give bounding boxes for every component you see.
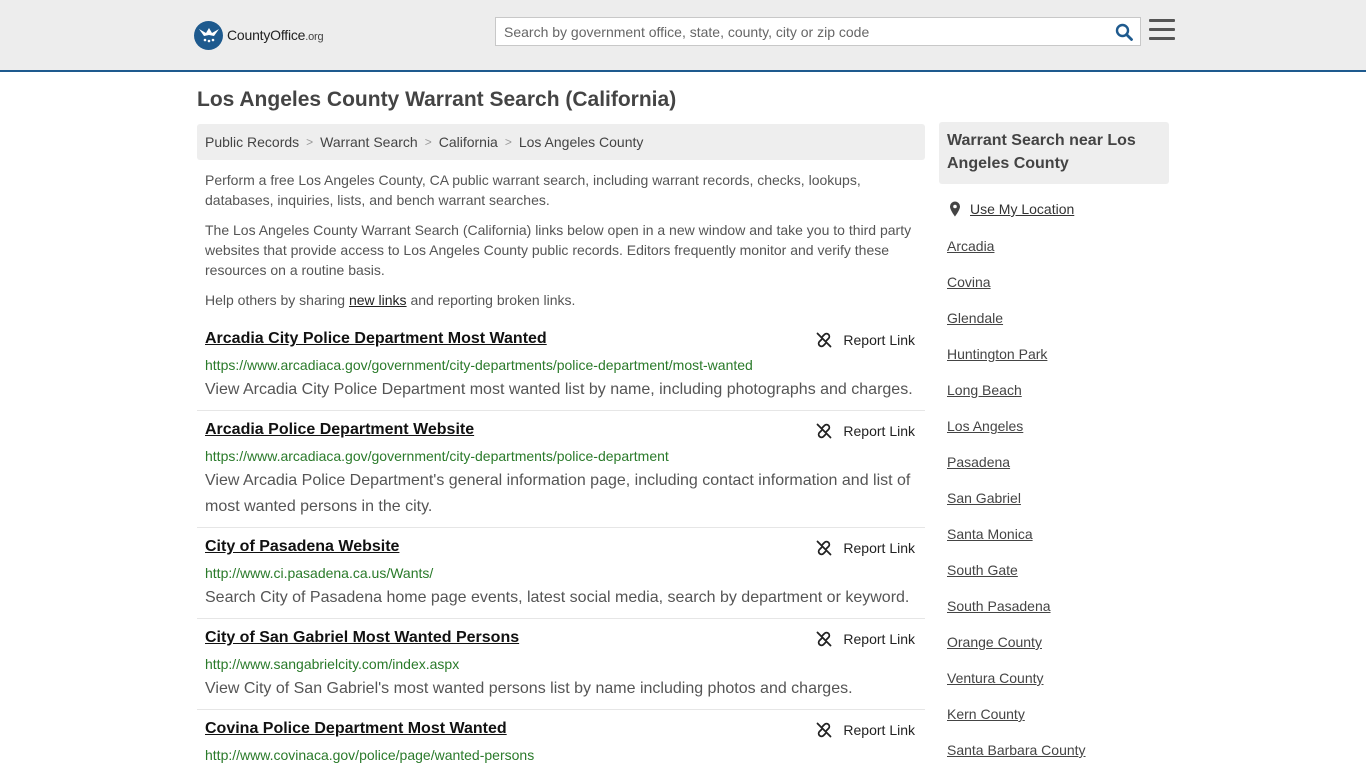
result-item: Arcadia Police Department Website Report… [197,421,925,528]
use-my-location: Use My Location [949,201,1074,217]
result-url: http://www.sangabrielcity.com/index.aspx [205,656,460,672]
new-links-link[interactable]: new links [349,292,407,308]
broken-link-icon [817,631,832,647]
search-button[interactable] [1108,18,1140,45]
result-title-link[interactable]: Covina Police Department Most Wanted [205,720,507,738]
report-link-button[interactable]: Report Link [816,540,915,556]
intro-paragraph-1: Perform a free Los Angeles County, CA pu… [205,172,861,208]
result-description: Search City of Pasadena home page events… [205,589,910,606]
eagle-logo-icon [194,20,223,50]
result-url: https://www.arcadiaca.gov/government/cit… [205,448,669,464]
result-title-link[interactable]: City of San Gabriel Most Wanted Persons [205,629,519,647]
sidebar-link-covina[interactable]: Covina [947,274,991,290]
sidebar-link-arcadia[interactable]: Arcadia [947,238,994,254]
report-link-button[interactable]: Report Link [816,631,915,647]
broken-link-icon [817,332,832,348]
sidebar-link-glendale[interactable]: Glendale [947,310,1003,326]
site-header: CountyOffice.org [0,0,1366,72]
sidebar-link-san-gabriel[interactable]: San Gabriel [947,490,1021,506]
site-logo[interactable]: CountyOffice.org [194,20,324,50]
sidebar-link-pasadena[interactable]: Pasadena [947,454,1010,470]
page-title: Los Angeles County Warrant Search (Calif… [197,88,677,111]
search-box [495,17,1141,46]
search-input[interactable] [496,18,1108,45]
report-link-button[interactable]: Report Link [816,722,915,738]
breadcrumb-separator-icon: > [504,135,512,149]
report-link-button[interactable]: Report Link [816,332,915,348]
sidebar-link-south-gate[interactable]: South Gate [947,562,1018,578]
breadcrumb-public-records[interactable]: Public Records [205,134,299,150]
result-title-link[interactable]: Arcadia City Police Department Most Want… [205,330,547,348]
intro-paragraph-2: The Los Angeles County Warrant Search (C… [205,222,912,278]
sidebar-link-ventura-county[interactable]: Ventura County [947,670,1044,686]
logo-text: CountyOffice.org [227,27,324,43]
use-my-location-link[interactable]: Use My Location [970,201,1074,217]
breadcrumb-california[interactable]: California [439,134,498,150]
broken-link-icon [817,540,832,556]
result-title-link[interactable]: City of Pasadena Website [205,538,399,556]
result-item: Arcadia City Police Department Most Want… [197,330,925,411]
result-url: http://www.ci.pasadena.ca.us/Wants/ [205,565,434,581]
sidebar-link-santa-barbara-county[interactable]: Santa Barbara County [947,742,1086,758]
result-url: http://www.covinaca.gov/police/page/want… [205,747,535,763]
hamburger-menu-icon[interactable] [1149,19,1175,43]
sidebar-link-long-beach[interactable]: Long Beach [947,382,1022,398]
sidebar-heading: Warrant Search near Los Angeles County [939,122,1169,184]
sidebar-link-orange-county[interactable]: Orange County [947,634,1042,650]
breadcrumb-separator-icon: > [306,135,314,149]
result-item: City of Pasadena Website Report Link htt… [197,538,925,619]
sidebar-link-kern-county[interactable]: Kern County [947,706,1025,722]
breadcrumb: Public Records > Warrant Search > Califo… [197,124,925,160]
result-description: View City of San Gabriel's most wanted p… [205,680,853,697]
broken-link-icon [817,423,832,439]
result-description: View Arcadia Police Department's general… [205,472,911,515]
sidebar-link-santa-monica[interactable]: Santa Monica [947,526,1033,542]
sidebar-link-huntington-park[interactable]: Huntington Park [947,346,1047,362]
breadcrumb-warrant-search[interactable]: Warrant Search [320,134,418,150]
report-link-button[interactable]: Report Link [816,423,915,439]
breadcrumb-separator-icon: > [424,135,432,149]
result-url: https://www.arcadiaca.gov/government/cit… [205,357,753,373]
search-icon [1115,23,1133,41]
result-item: Covina Police Department Most Wanted Rep… [197,720,925,768]
result-item: City of San Gabriel Most Wanted Persons … [197,629,925,710]
result-title-link[interactable]: Arcadia Police Department Website [205,421,474,439]
breadcrumb-los-angeles-county[interactable]: Los Angeles County [519,134,644,150]
broken-link-icon [817,722,832,738]
intro-paragraph-3: Help others by sharing new links and rep… [205,292,576,308]
map-pin-icon [950,201,960,217]
result-description: View Arcadia City Police Department most… [205,381,913,398]
sidebar-link-los-angeles[interactable]: Los Angeles [947,418,1023,434]
sidebar-link-south-pasadena[interactable]: South Pasadena [947,598,1051,614]
